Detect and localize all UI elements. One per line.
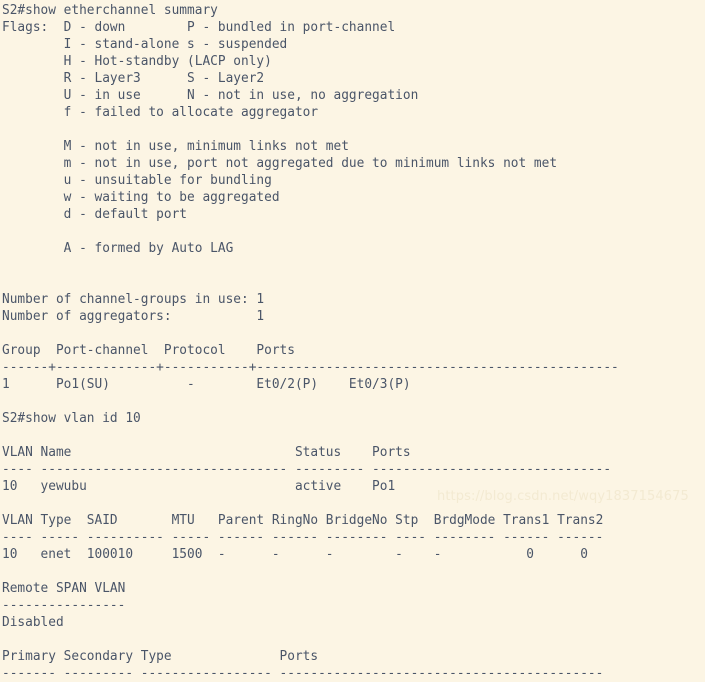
terminal-line: u - unsuitable for bundling	[2, 173, 272, 188]
terminal-line: R - Layer3 S - Layer2	[2, 71, 265, 86]
terminal-line: f - failed to allocate aggregator	[2, 105, 319, 120]
terminal-output-pane[interactable]: S2#show etherchannel summary Flags: D - d…	[0, 0, 705, 681]
terminal-line: Number of aggregators: 1	[2, 309, 265, 324]
terminal-line: ---- -------------------------------- --…	[2, 462, 612, 477]
terminal-line: 10 yewubu active Po1	[2, 479, 396, 494]
terminal-line: VLAN Type SAID MTU Parent RingNo BridgeN…	[2, 513, 604, 528]
terminal-line: M - not in use, minimum links not met	[2, 139, 349, 154]
terminal-line: Disabled	[2, 615, 64, 630]
terminal-line-container: S2#show etherchannel summary Flags: D - d…	[2, 2, 705, 682]
terminal-line: ------- --------- ----------------- ----…	[2, 666, 604, 681]
terminal-line: Flags: D - down P - bundled in port-chan…	[2, 20, 396, 35]
terminal-line: m - not in use, port not aggregated due …	[2, 156, 558, 171]
terminal-line: Primary Secondary Type Ports	[2, 649, 319, 664]
terminal-line: d - default port	[2, 207, 188, 222]
terminal-line: w - waiting to be aggregated	[2, 190, 280, 205]
terminal-line: 10 enet 100010 1500 - - - - - 0 0	[2, 547, 588, 562]
terminal-line: Group Port-channel Protocol Ports	[2, 343, 295, 358]
terminal-line: ------+-------------+-----------+-------…	[2, 360, 619, 375]
terminal-line: 1 Po1(SU) - Et0/2(P) Et0/3(P)	[2, 377, 411, 392]
terminal-line: ---- ----- ---------- ----- ------ -----…	[2, 530, 604, 545]
terminal-line: S2#show etherchannel summary	[2, 3, 218, 18]
terminal-line: U - in use N - not in use, no aggregatio…	[2, 88, 419, 103]
terminal-line: A - formed by Auto LAG	[2, 241, 234, 256]
terminal-line: H - Hot-standby (LACP only)	[2, 54, 272, 69]
terminal-line: VLAN Name Status Ports	[2, 445, 411, 460]
terminal-line: I - stand-alone s - suspended	[2, 37, 288, 52]
terminal-line: ----------------	[2, 598, 126, 613]
terminal-line: S2#show vlan id 10	[2, 411, 141, 426]
terminal-line: Number of channel-groups in use: 1	[2, 292, 265, 307]
terminal-line: Remote SPAN VLAN	[2, 581, 126, 596]
